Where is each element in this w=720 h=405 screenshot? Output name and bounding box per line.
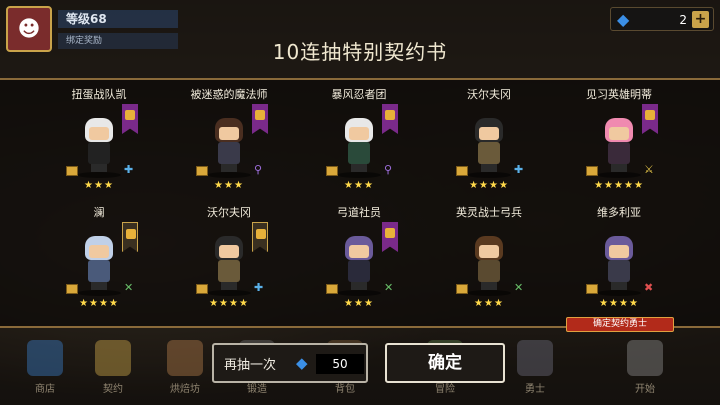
hero-card[interactable]: 见习英雄明蒂 ⚔ ★★★★★ <box>554 84 684 202</box>
hero-grid: 扭蛋战队凯 ✚ ★★★ 被迷惑的魔法师 ⚲ ★★★ 暴风忍者团 ⚲ ★★★ 沃尔… <box>34 84 684 320</box>
contract-card-icon <box>586 284 598 294</box>
hero-name: 被迷惑的魔法师 <box>190 88 268 101</box>
nav-label: 勇士 <box>525 384 545 395</box>
hero-stars: ★★★★ <box>469 180 509 191</box>
contract-card-icon <box>66 166 78 176</box>
contract-card-icon <box>196 284 208 294</box>
hero-sprite <box>599 118 639 174</box>
rarity-banner-icon <box>382 104 398 134</box>
contract-card-icon <box>456 166 468 176</box>
contract-card-icon <box>586 166 598 176</box>
hero-name: 沃尔夫冈 <box>467 88 511 101</box>
hero-card[interactable]: 维多利亚 ✖ ★★★★ <box>554 202 684 320</box>
hero-stars: ★★★ <box>84 180 114 191</box>
rarity-banner-icon <box>252 104 268 134</box>
hero-stars: ★★★★★ <box>594 180 644 191</box>
hero-card[interactable]: 扭蛋战队凯 ✚ ★★★ <box>34 84 164 202</box>
nav-item[interactable]: 烘焙坊 <box>160 332 210 402</box>
hero-card[interactable]: 沃尔夫冈 ✚ ★★★★ <box>424 84 554 202</box>
hero-card[interactable]: 澜 ✕ ★★★★ <box>34 202 164 320</box>
hero-name: 澜 <box>93 206 105 219</box>
hero-name: 见习英雄明蒂 <box>586 88 652 101</box>
hero-stars: ★★★★ <box>209 298 249 309</box>
hero-card[interactable]: 弓道社员 ✕ ★★★ <box>294 202 424 320</box>
nav-icon <box>167 340 203 376</box>
gem-counter: ◆ 2 + <box>610 7 714 31</box>
staff-icon: ⚲ <box>384 163 393 176</box>
nav-label: 契约 <box>103 384 123 395</box>
nav-item[interactable]: 开始 <box>620 332 670 402</box>
hero-sprite <box>339 118 379 174</box>
contract-card-icon <box>326 284 338 294</box>
nav-label: 商店 <box>35 384 55 395</box>
bow-icon: ✕ <box>384 281 394 294</box>
hero-sprite <box>469 236 509 292</box>
page-title: 10连抽特别契约书 <box>272 40 448 64</box>
hero-sprite <box>469 118 509 174</box>
hero-sprite <box>209 236 249 292</box>
nav-icon <box>627 340 663 376</box>
hero-stars: ★★★ <box>474 298 504 309</box>
contract-card-icon <box>196 166 208 176</box>
cross-icon: ✖ <box>644 281 654 294</box>
hero-stars: ★★★★ <box>79 298 119 309</box>
nav-item[interactable]: 勇士 <box>510 332 560 402</box>
hero-card[interactable]: 暴风忍者团 ⚲ ★★★ <box>294 84 424 202</box>
bow-icon: ✕ <box>514 281 524 294</box>
rarity-banner-icon <box>382 222 398 252</box>
contract-card-icon <box>66 284 78 294</box>
contract-card-icon <box>456 284 468 294</box>
gem-icon: ◆ <box>617 10 630 29</box>
nav-label: 开始 <box>635 384 655 395</box>
staff-icon: ⚲ <box>254 163 263 176</box>
hero-name: 弓道社员 <box>337 206 381 219</box>
draw-again-button[interactable]: 再抽一次 ◆ 50 <box>212 343 368 383</box>
hero-sprite <box>339 236 379 292</box>
nav-label: 烘焙坊 <box>170 384 200 395</box>
nav-icon <box>95 340 131 376</box>
draw-again-cost: 50 <box>316 354 364 374</box>
rarity-banner-icon <box>122 104 138 134</box>
nav-icon <box>517 340 553 376</box>
hero-name: 维多利亚 <box>597 206 641 219</box>
hero-name: 英灵战士弓兵 <box>456 206 522 219</box>
hero-name: 沃尔夫冈 <box>207 206 251 219</box>
hero-card[interactable]: 英灵战士弓兵 ✕ ★★★ <box>424 202 554 320</box>
sword-icon: ⚔ <box>644 163 654 176</box>
hero-sprite <box>79 118 119 174</box>
hero-stars: ★★★ <box>344 298 374 309</box>
hero-sprite <box>79 236 119 292</box>
hero-card[interactable]: 被迷惑的魔法师 ⚲ ★★★ <box>164 84 294 202</box>
confirm-button[interactable]: 确定 <box>385 343 505 383</box>
hero-card[interactable]: 沃尔夫冈 ✚ ★★★★ <box>164 202 294 320</box>
rarity-banner-icon <box>642 104 658 134</box>
add-gems-button[interactable]: + <box>692 11 709 28</box>
rarity-banner-icon <box>122 222 138 252</box>
hero-sprite <box>209 118 249 174</box>
contract-card-icon <box>326 166 338 176</box>
axe-icon: ✚ <box>124 163 134 176</box>
axe-icon: ✚ <box>254 281 264 294</box>
hero-name: 扭蛋战队凯 <box>71 88 127 101</box>
hero-stars: ★★★ <box>344 180 374 191</box>
nav-item[interactable]: 商店 <box>20 332 70 402</box>
nav-icon <box>27 340 63 376</box>
player-level: 等级68 <box>58 10 178 28</box>
hero-stars: ★★★★ <box>599 298 639 309</box>
hero-stars: ★★★ <box>214 180 244 191</box>
axe-icon: ✚ <box>514 163 524 176</box>
hero-name: 暴风忍者团 <box>331 88 387 101</box>
confirm-contract-tag: 确定契约勇士 <box>566 317 674 332</box>
gem-count: 2 <box>679 13 687 27</box>
hero-sprite <box>599 236 639 292</box>
draw-again-label: 再抽一次 <box>224 358 277 373</box>
gem-icon: ◆ <box>296 354 308 372</box>
nav-item[interactable]: 契约 <box>88 332 138 402</box>
rarity-banner-icon <box>252 222 268 252</box>
bow-icon: ✕ <box>124 281 134 294</box>
